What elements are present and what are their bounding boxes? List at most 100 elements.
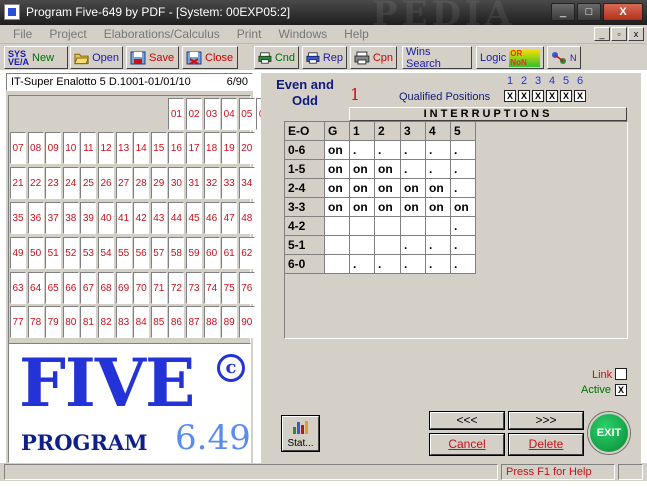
- table-cell[interactable]: .: [375, 255, 401, 274]
- number-cell[interactable]: 20: [238, 132, 255, 164]
- table-cell[interactable]: .: [401, 255, 426, 274]
- number-cell[interactable]: 44: [168, 202, 185, 234]
- minimize-button[interactable]: _: [551, 3, 575, 21]
- number-cell[interactable]: 76: [238, 272, 255, 304]
- sys-new-button[interactable]: SYS VE/A New: [4, 46, 68, 69]
- number-cell[interactable]: 84: [133, 306, 150, 338]
- menu-elaborations[interactable]: Elaborations/Calculus: [95, 27, 228, 41]
- number-cell[interactable]: 13: [115, 132, 132, 164]
- number-cell[interactable]: 70: [133, 272, 150, 304]
- active-checkbox[interactable]: X: [615, 384, 627, 396]
- number-cell[interactable]: 78: [27, 306, 44, 338]
- number-cell[interactable]: 88: [203, 306, 220, 338]
- number-cell[interactable]: 31: [186, 167, 202, 199]
- menu-print[interactable]: Print: [228, 27, 270, 41]
- number-cell[interactable]: 37: [45, 202, 62, 234]
- table-cell[interactable]: on: [325, 198, 350, 217]
- app-icon[interactable]: [4, 4, 20, 20]
- exit-button[interactable]: EXIT: [588, 412, 630, 454]
- open-button[interactable]: Open: [70, 46, 123, 69]
- number-cell[interactable]: 77: [10, 306, 26, 338]
- table-cell[interactable]: on: [401, 179, 426, 198]
- number-cell[interactable]: 72: [168, 272, 185, 304]
- table-cell[interactable]: [325, 255, 350, 274]
- table-cell[interactable]: [350, 236, 375, 255]
- number-cell[interactable]: 52: [62, 237, 79, 269]
- number-cell[interactable]: 51: [45, 237, 62, 269]
- number-cell[interactable]: 42: [133, 202, 150, 234]
- number-cell[interactable]: 02: [186, 98, 202, 130]
- number-cell[interactable]: 59: [186, 237, 202, 269]
- number-cell[interactable]: 23: [45, 167, 62, 199]
- table-cell[interactable]: [325, 217, 350, 236]
- number-cell[interactable]: 09: [45, 132, 62, 164]
- table-cell[interactable]: on: [401, 198, 426, 217]
- table-cell[interactable]: on: [350, 198, 375, 217]
- maximize-button[interactable]: □: [577, 3, 601, 21]
- position-checkbox[interactable]: X: [504, 90, 516, 102]
- table-cell[interactable]: on: [325, 160, 350, 179]
- number-cell[interactable]: 27: [115, 167, 132, 199]
- rep-button[interactable]: Rep: [302, 46, 347, 69]
- number-cell[interactable]: 34: [238, 167, 255, 199]
- menu-help[interactable]: Help: [335, 27, 377, 41]
- number-cell[interactable]: 80: [62, 306, 79, 338]
- number-cell[interactable]: 43: [150, 202, 167, 234]
- number-cell[interactable]: 40: [98, 202, 114, 234]
- number-cell[interactable]: 58: [168, 237, 185, 269]
- number-cell[interactable]: 26: [98, 167, 114, 199]
- table-cell[interactable]: .: [451, 160, 476, 179]
- number-cell[interactable]: 25: [80, 167, 97, 199]
- table-cell[interactable]: .: [451, 236, 476, 255]
- table-cell[interactable]: on: [350, 160, 375, 179]
- number-cell[interactable]: 87: [186, 306, 202, 338]
- position-checkbox[interactable]: X: [532, 90, 544, 102]
- number-cell[interactable]: 07: [10, 132, 26, 164]
- table-cell[interactable]: on: [375, 198, 401, 217]
- table-cell[interactable]: .: [401, 236, 426, 255]
- number-cell[interactable]: 16: [168, 132, 185, 164]
- number-cell[interactable]: 46: [203, 202, 220, 234]
- number-cell[interactable]: 24: [62, 167, 79, 199]
- table-cell[interactable]: .: [375, 141, 401, 160]
- number-cell[interactable]: 45: [186, 202, 202, 234]
- table-cell[interactable]: [350, 217, 375, 236]
- number-cell[interactable]: 48: [238, 202, 255, 234]
- save-button[interactable]: Save: [126, 46, 179, 69]
- table-cell[interactable]: .: [426, 141, 451, 160]
- cnd-button[interactable]: Cnd: [254, 46, 299, 69]
- table-cell[interactable]: on: [375, 179, 401, 198]
- number-cell[interactable]: 71: [150, 272, 167, 304]
- table-cell[interactable]: .: [350, 255, 375, 274]
- number-cell[interactable]: 30: [168, 167, 185, 199]
- number-cell[interactable]: 14: [133, 132, 150, 164]
- number-cell[interactable]: 56: [133, 237, 150, 269]
- number-cell[interactable]: 19: [221, 132, 238, 164]
- number-cell[interactable]: 81: [80, 306, 97, 338]
- table-cell[interactable]: .: [426, 236, 451, 255]
- table-cell[interactable]: .: [426, 255, 451, 274]
- number-cell[interactable]: 35: [10, 202, 26, 234]
- number-cell[interactable]: 49: [10, 237, 26, 269]
- mdi-restore-button[interactable]: ▫: [611, 27, 627, 41]
- number-cell[interactable]: 83: [115, 306, 132, 338]
- table-cell[interactable]: on: [426, 198, 451, 217]
- number-cell[interactable]: 63: [10, 272, 26, 304]
- table-cell[interactable]: [426, 217, 451, 236]
- number-cell[interactable]: 54: [98, 237, 114, 269]
- number-cell[interactable]: 75: [221, 272, 238, 304]
- menu-project[interactable]: Project: [40, 27, 94, 41]
- table-cell[interactable]: [375, 236, 401, 255]
- number-cell[interactable]: 01: [168, 98, 185, 130]
- number-cell[interactable]: 21: [10, 167, 26, 199]
- prev-button[interactable]: <<<: [430, 412, 504, 429]
- table-cell[interactable]: .: [451, 179, 476, 198]
- cpn-button[interactable]: Cpn: [350, 46, 397, 69]
- position-checkbox[interactable]: X: [546, 90, 558, 102]
- number-cell[interactable]: 62: [238, 237, 255, 269]
- number-cell[interactable]: 08: [27, 132, 44, 164]
- number-cell[interactable]: 53: [80, 237, 97, 269]
- table-cell[interactable]: on: [426, 179, 451, 198]
- number-cell[interactable]: 66: [62, 272, 79, 304]
- number-cell[interactable]: 10: [62, 132, 79, 164]
